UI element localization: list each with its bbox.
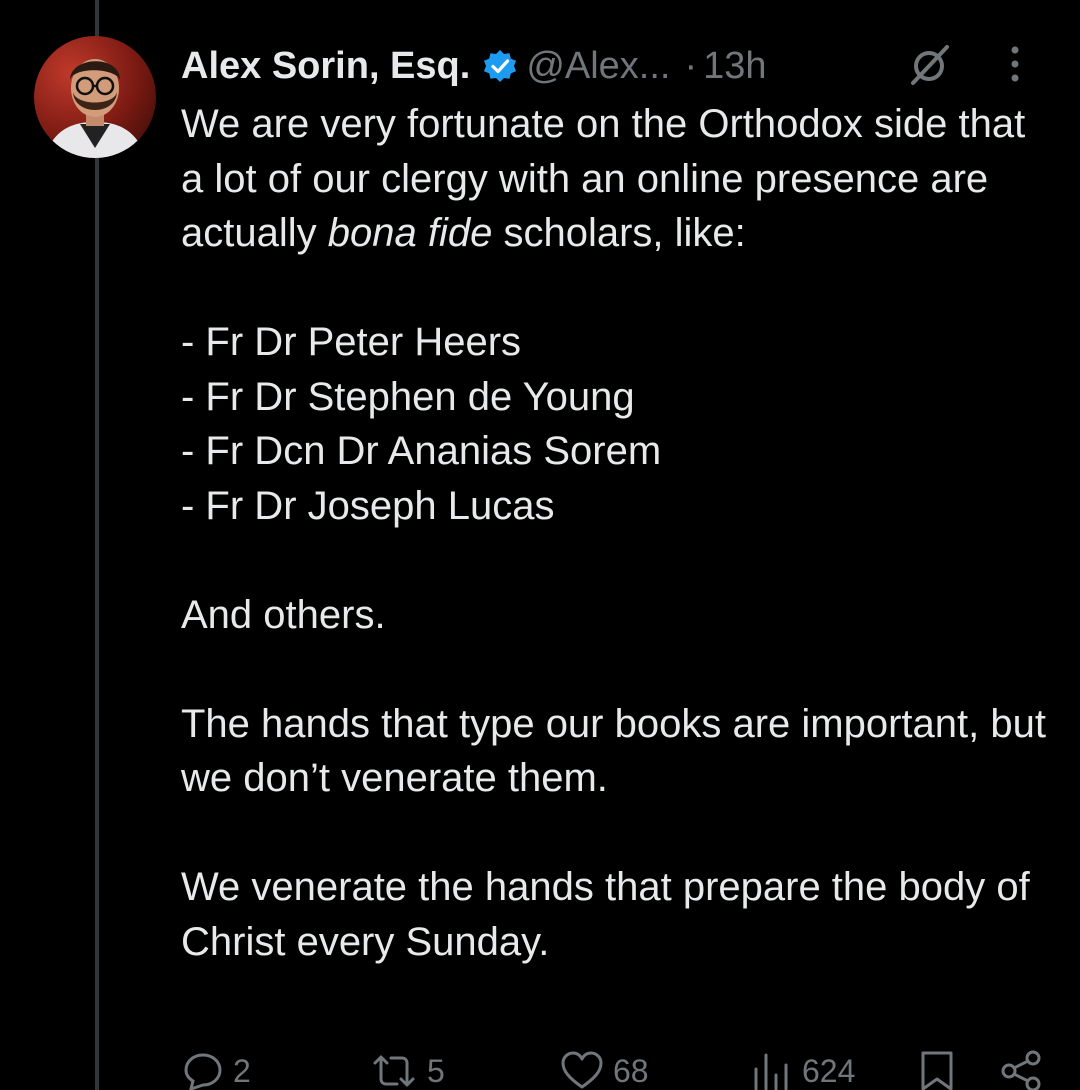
retweet-count: 5 — [427, 1052, 445, 1089]
tweet-text: We are very fortunate on the Orthodox si… — [181, 97, 1051, 969]
paragraph-2: The hands that type our books are import… — [181, 701, 1046, 801]
author-handle[interactable]: @Alex... — [526, 45, 670, 88]
share-button[interactable] — [999, 1046, 1051, 1090]
list-item: - Fr Dr Peter Heers — [181, 320, 522, 364]
list-item: - Fr Dcn Dr Ananias Sorem — [181, 429, 662, 473]
bookmark-icon — [921, 1051, 953, 1090]
bookmark-button[interactable] — [917, 1046, 965, 1090]
list-item: - Fr Dr Stephen de Young — [181, 374, 635, 419]
tweet[interactable]: Alex Sorin, Esq. @Alex... · 13h We are v… — [0, 0, 1080, 1090]
views-count: 624 — [802, 1052, 856, 1089]
like-count: 68 — [613, 1052, 649, 1089]
views-button[interactable]: 624 — [748, 1046, 855, 1090]
grok-icon[interactable] — [907, 42, 953, 88]
verified-badge-icon — [482, 48, 518, 84]
more-vertical-icon[interactable] — [1003, 40, 1027, 90]
timestamp[interactable]: 13h — [703, 45, 766, 88]
retweet-icon — [373, 1055, 415, 1087]
reply-icon — [184, 1053, 222, 1090]
thread-line — [95, 0, 99, 1090]
separator-dot: · — [684, 44, 698, 87]
tweet-intro: We are very fortunate on the Orthodox si… — [181, 97, 1051, 261]
intro-text-end: scholars, like: — [492, 211, 746, 255]
avatar[interactable] — [34, 36, 156, 158]
author-name[interactable]: Alex Sorin, Esq. — [181, 45, 470, 88]
list-item: - Fr Dr Joseph Lucas — [181, 483, 555, 528]
paragraph-3: We venerate the hands that prepare the b… — [181, 865, 1030, 964]
share-icon — [1001, 1050, 1041, 1090]
others-line: And others. — [181, 592, 386, 637]
views-icon — [754, 1053, 788, 1090]
retweet-button[interactable]: 5 — [369, 1046, 445, 1090]
action-bar: 2 5 68 624 — [181, 1046, 1061, 1090]
intro-emphasis: bona fide — [327, 211, 493, 255]
reply-button[interactable]: 2 — [181, 1046, 251, 1090]
like-button[interactable]: 68 — [559, 1046, 649, 1090]
tweet-header: Alex Sorin, Esq. @Alex... · 13h — [181, 38, 1061, 94]
reply-count: 2 — [233, 1052, 251, 1089]
heart-icon — [561, 1051, 603, 1089]
